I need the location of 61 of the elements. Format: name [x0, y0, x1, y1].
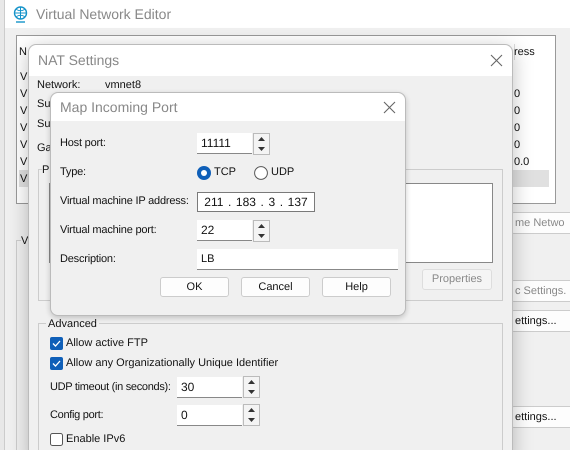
field-label: Su — [37, 97, 50, 112]
table-cell-text: 0 — [514, 104, 522, 119]
dialog-button[interactable]: OK — [160, 277, 229, 297]
dot-separator: . — [280, 194, 284, 210]
radio-label: UDP — [271, 165, 294, 180]
dot-separator: . — [260, 194, 264, 210]
ip-octet: 137 — [288, 194, 308, 210]
table-cell-text: V — [19, 154, 28, 170]
group-label: V — [21, 235, 28, 247]
spin-field[interactable]: 22 — [197, 220, 252, 241]
table-cell-text: V — [19, 104, 28, 119]
description-field[interactable]: LB — [197, 249, 398, 270]
side-button[interactable]: ettings... — [511, 310, 570, 332]
globe-icon — [13, 6, 28, 23]
checkbox[interactable] — [50, 432, 63, 446]
table-cell-text: V — [19, 172, 28, 187]
ip-octet: 183 — [236, 194, 256, 210]
field-label: Virtual machine port: — [60, 223, 158, 238]
field-label: Su — [37, 116, 50, 132]
ip-octet: 211 — [204, 194, 224, 210]
field-value: vmnet8 — [105, 78, 142, 92]
table-cell-text: 0 — [514, 86, 522, 102]
column-header: ress — [513, 44, 535, 60]
checkbox-label: Allow any Organizationally Unique Identifier — [66, 356, 278, 371]
checkbox-label: Allow active FTP — [66, 336, 148, 351]
close-icon[interactable] — [490, 54, 503, 67]
table-cell-text: V — [19, 86, 28, 102]
table-cell-text: V — [19, 138, 28, 153]
checkbox[interactable] — [50, 336, 63, 350]
side-button[interactable]: ettings... — [511, 406, 570, 428]
radio-label: TCP — [214, 165, 236, 180]
side-button[interactable]: c Settings. — [511, 280, 570, 302]
side-button[interactable]: me Netwo — [511, 212, 570, 234]
window-title: NAT Settings — [38, 51, 120, 70]
checkbox[interactable] — [50, 356, 63, 370]
field-label: Config port: — [50, 408, 104, 423]
table-cell-text: V — [19, 120, 28, 136]
field-label: Host port: — [60, 136, 107, 152]
dialog-button[interactable]: Cancel — [241, 277, 310, 297]
close-icon[interactable] — [383, 100, 396, 114]
radio-button[interactable] — [254, 166, 268, 180]
field-label: UDP timeout (in seconds): — [50, 380, 172, 395]
table-cell-text: 0 — [514, 120, 522, 136]
dialog-button[interactable]: Help — [322, 277, 391, 297]
dot-separator: . — [228, 194, 232, 210]
field-label: Network: — [37, 78, 82, 92]
spin-field[interactable]: 30 — [177, 376, 242, 398]
ip-octet: 3 — [268, 194, 276, 210]
field-label: Type: — [60, 165, 87, 180]
field-label: Description: — [60, 252, 117, 268]
checkbox-label: Enable IPv6 — [66, 432, 126, 447]
table-cell-text: V — [19, 70, 28, 85]
spin-field[interactable]: 11111 — [197, 133, 252, 154]
spin-field[interactable]: 0 — [177, 404, 242, 426]
field-label: Virtual machine IP address: — [60, 194, 190, 210]
table-cell-text: 0.0 — [514, 154, 530, 170]
ip-address-field[interactable]: 211 . 183 . 3 . 137 — [197, 192, 315, 212]
radio-button[interactable] — [197, 166, 211, 180]
window-title: Virtual Network Editor — [36, 4, 172, 24]
window-title: Map Incoming Port — [60, 98, 178, 117]
table-cell-text: 0 — [514, 138, 522, 153]
